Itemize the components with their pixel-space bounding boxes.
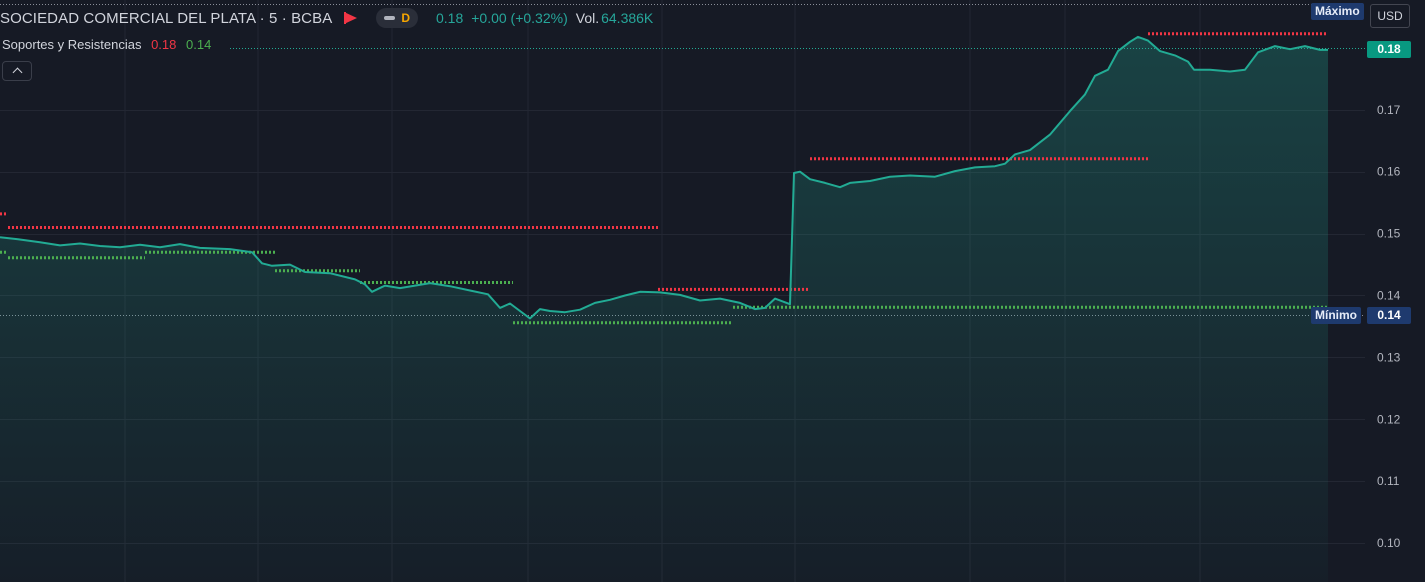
- indicator-name[interactable]: Soportes y Resistencias: [2, 37, 141, 52]
- currency-select[interactable]: USD: [1370, 4, 1410, 28]
- y-tick-label: 0.11: [1377, 474, 1400, 488]
- y-tick-label: 0.14: [1377, 289, 1401, 303]
- price-axis[interactable]: 0.17 0.16 0.15 0.14 0.13 0.12 0.11 0.10: [1365, 0, 1425, 582]
- min-label: Mínimo: [1311, 307, 1361, 324]
- symbol-title[interactable]: SOCIEDAD COMERCIAL DEL PLATA · 5 · BCBA: [0, 10, 332, 27]
- indicator-resistance-value: 0.18: [151, 37, 177, 52]
- indicator-support-value: 0.14: [186, 37, 212, 52]
- y-tick-label: 0.10: [1377, 536, 1401, 550]
- min-price-badge: 0.14: [1367, 307, 1411, 324]
- volume-value: 64.386K: [601, 10, 654, 26]
- y-tick-label: 0.15: [1377, 227, 1401, 241]
- price-area-fill: [0, 36, 1328, 582]
- market-status-pill[interactable]: D: [376, 8, 418, 28]
- price-chart[interactable]: 0.17 0.16 0.15 0.14 0.13 0.12 0.11 0.10: [0, 0, 1425, 582]
- chart-app: 0.17 0.16 0.15 0.14 0.13 0.12 0.11 0.10 SOCIEDA…: [0, 0, 1425, 582]
- y-tick-label: 0.16: [1377, 165, 1401, 179]
- price-area: [0, 36, 1328, 582]
- last-price: 0.18: [435, 10, 464, 26]
- y-tick-label: 0.12: [1377, 412, 1401, 426]
- price-change: +0.00 (+0.32%): [471, 10, 568, 26]
- max-label: Máximo: [1311, 3, 1364, 20]
- collapse-legend-button[interactable]: [2, 61, 32, 81]
- indicator-legend[interactable]: Soportes y Resistencias 0.18 0.14: [2, 37, 211, 52]
- volume-label: Vol.: [575, 10, 600, 26]
- minus-icon: [384, 16, 396, 20]
- chevron-up-icon: [12, 67, 22, 78]
- flag-icon[interactable]: [344, 12, 356, 24]
- y-tick-label: 0.13: [1377, 350, 1401, 364]
- y-tick-label: 0.17: [1377, 103, 1401, 117]
- symbol-legend: SOCIEDAD COMERCIAL DEL PLATA · 5 · BCBA …: [0, 8, 654, 28]
- last-price-badge: 0.18: [1367, 41, 1411, 58]
- status-letter: D: [401, 11, 410, 25]
